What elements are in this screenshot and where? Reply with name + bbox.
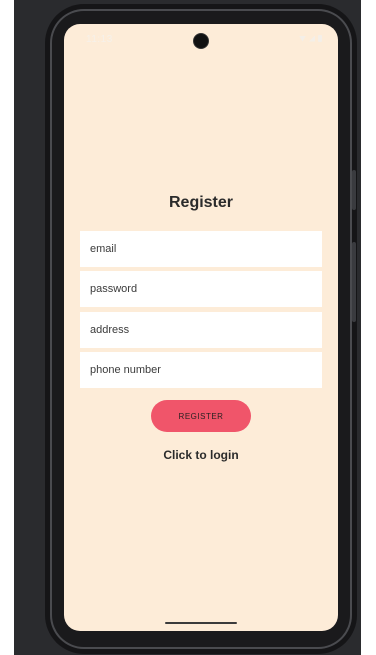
- status-bar: 11:13: [64, 24, 338, 56]
- home-indicator[interactable]: [165, 622, 237, 624]
- camera-icon: [194, 34, 208, 48]
- volume-button: [352, 242, 356, 322]
- login-link[interactable]: Click to login: [64, 448, 338, 462]
- wifi-icon: [299, 35, 306, 42]
- battery-icon: [318, 35, 322, 42]
- app-screen: 11:13 Register REGISTER Click to login: [64, 24, 338, 631]
- page-title: Register: [168, 194, 234, 211]
- register-button[interactable]: REGISTER: [151, 400, 251, 432]
- power-button: [352, 170, 356, 210]
- password-field[interactable]: [80, 271, 322, 307]
- email-field[interactable]: [80, 231, 322, 267]
- cellular-icon: [309, 35, 315, 42]
- address-field[interactable]: [80, 312, 322, 348]
- status-icons: [299, 35, 322, 42]
- status-time: 11:13: [86, 34, 113, 45]
- phone-number-field[interactable]: [80, 352, 322, 388]
